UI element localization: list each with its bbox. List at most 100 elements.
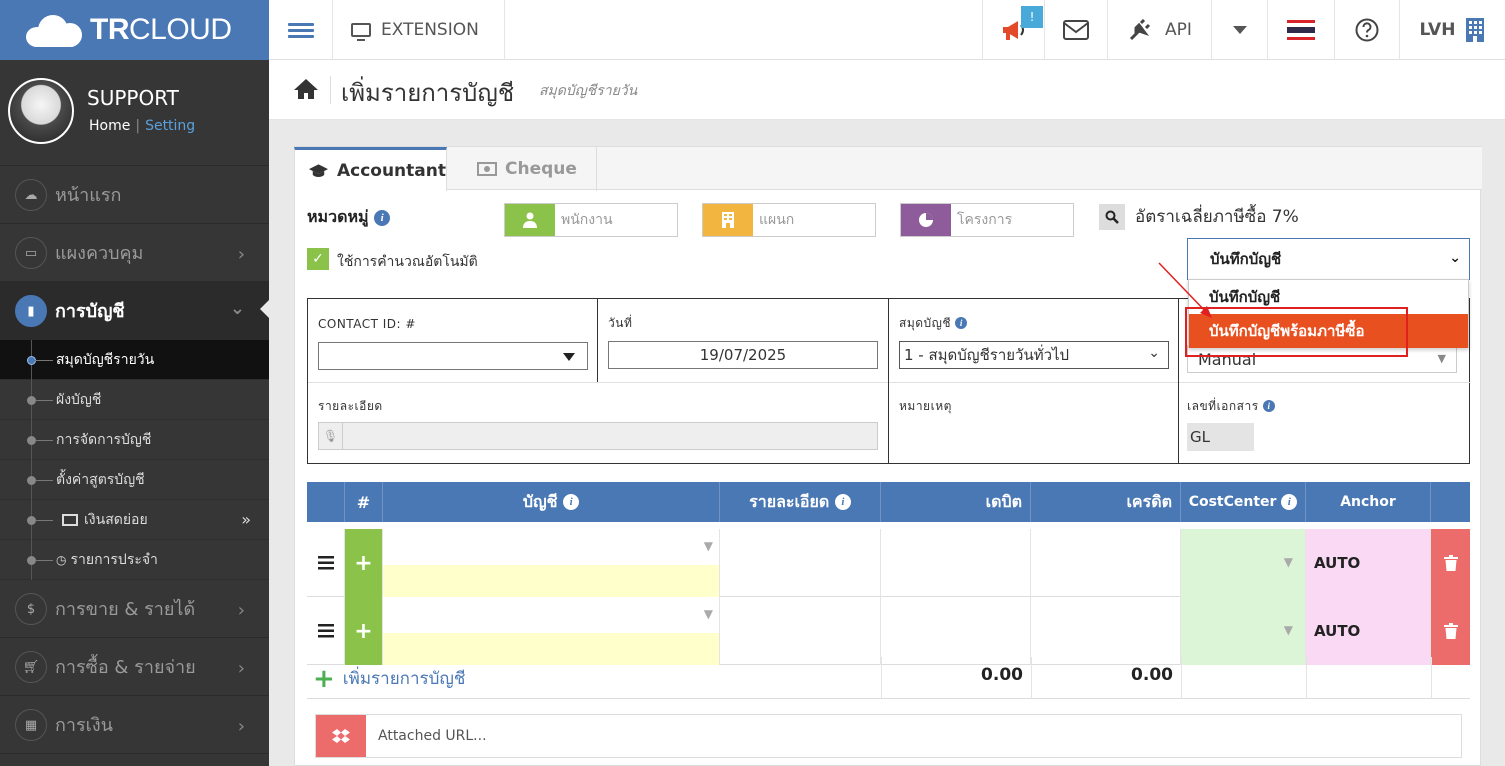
book-icon: ▮: [15, 295, 47, 327]
logo[interactable]: TRCLOUD: [0, 0, 269, 60]
info-icon[interactable]: i: [563, 494, 580, 510]
account-select[interactable]: ▼: [383, 597, 720, 665]
sidebar-sub-label: เงินสดย่อย: [84, 511, 148, 528]
sidebar-item-label: การขาย & รายได้: [55, 599, 196, 620]
home-link[interactable]: Home: [89, 118, 130, 134]
detail-cell[interactable]: [720, 529, 881, 597]
attach-url-field[interactable]: Attached URL...: [315, 714, 1462, 758]
info-icon[interactable]: i: [1281, 494, 1298, 510]
credit-cell[interactable]: [1031, 597, 1181, 665]
add-row-button[interactable]: +: [345, 597, 383, 665]
user-icon: [505, 204, 555, 236]
account-description-field[interactable]: [383, 565, 719, 597]
bars-icon: [317, 556, 334, 570]
employee-input[interactable]: พนักงาน: [504, 203, 678, 237]
info-icon[interactable]: i: [834, 494, 851, 510]
contact-id-label: CONTACT ID: #: [318, 317, 416, 331]
account-select[interactable]: ▼: [383, 529, 720, 597]
docno-value[interactable]: GL: [1187, 423, 1254, 451]
debit-cell[interactable]: [881, 529, 1031, 597]
auto-calc-checkbox[interactable]: ✓: [307, 248, 329, 270]
monitor-icon: ▭: [15, 237, 47, 269]
save-mode-value: บันทึกบัญชี: [1210, 250, 1282, 268]
thai-flag-icon: [1287, 20, 1315, 40]
setting-link[interactable]: Setting: [145, 118, 195, 134]
language-button[interactable]: [1267, 0, 1334, 60]
sidebar-item-accounting[interactable]: ▮ การบัญชี ⌄: [0, 282, 269, 340]
sidebar-item-sales[interactable]: $ การขาย & รายได้ ›: [0, 580, 269, 638]
caret-down-icon: ▼: [1283, 623, 1293, 637]
info-icon[interactable]: i: [955, 317, 968, 329]
vat-rate-text: อัตราเฉลี่ยภาษีซื้อ 7%: [1135, 207, 1299, 227]
sidebar-sub-label: ผังบัญชี: [56, 391, 102, 408]
api-button[interactable]: API: [1107, 0, 1211, 60]
monitor-icon: [351, 23, 371, 41]
project-placeholder: โครงการ: [951, 204, 1073, 236]
anchor-cell[interactable]: AUTO: [1306, 597, 1431, 665]
cart-icon: 🛒︎: [15, 651, 47, 683]
info-icon[interactable]: i: [374, 210, 391, 226]
extension-button[interactable]: EXTENSION: [333, 0, 505, 60]
tab-bar: Accountant Cheque: [294, 147, 1482, 191]
col-anchor: Anchor: [1306, 482, 1431, 522]
sidebar-sub-label: ตั้งค่าสูตรบัญชี: [56, 471, 145, 488]
tab-accountant[interactable]: Accountant: [294, 147, 447, 191]
sidebar-sub-chart-of-accounts[interactable]: ผังบัญชี: [0, 380, 269, 420]
plus-icon: +: [354, 618, 373, 644]
help-button[interactable]: [1334, 0, 1399, 60]
dropbox-icon[interactable]: [316, 715, 366, 757]
user-label: LVH: [1419, 20, 1456, 40]
page-header: เพิ่มรายการบัญชี สมุดบัญชีรายวัน: [269, 60, 1505, 120]
drag-handle[interactable]: [307, 597, 345, 665]
calendar-icon: ▦: [15, 709, 47, 741]
contact-id-select[interactable]: [318, 342, 588, 370]
add-row-button[interactable]: +: [345, 529, 383, 597]
credit-cell[interactable]: [1031, 529, 1181, 597]
user-company-button[interactable]: LVH: [1399, 0, 1505, 60]
page-title: เพิ่มรายการบัญชี: [341, 79, 515, 107]
sidebar-item-purchase[interactable]: 🛒︎ การซื้อ & รายจ่าย ›: [0, 638, 269, 696]
col-detail: รายละเอียด i: [720, 482, 881, 522]
sidebar-item-finance[interactable]: ▦ การเงิน ›: [0, 696, 269, 754]
menu-toggle-button[interactable]: [269, 0, 333, 60]
date-input[interactable]: 19/07/2025: [608, 341, 878, 369]
debit-cell[interactable]: [881, 597, 1031, 665]
home-icon[interactable]: [293, 78, 319, 100]
chevron-right-icon: ›: [237, 244, 245, 265]
sidebar-sub-journal[interactable]: สมุดบัญชีรายวัน: [0, 340, 269, 380]
money-bill-icon: [477, 162, 497, 176]
delete-row-button[interactable]: [1431, 529, 1470, 597]
sidebar-item-dashboard[interactable]: ▭ แผงควบคุม ›: [0, 224, 269, 282]
sidebar-sub-petty-cash[interactable]: เงินสดย่อย »: [0, 500, 269, 540]
building-small-icon: [703, 204, 753, 236]
sidebar-sub-recurring[interactable]: ◷ รายการประจำ: [0, 540, 269, 580]
building-icon: [1466, 18, 1485, 42]
profile-name: SUPPORT: [87, 86, 179, 110]
detail-cell[interactable]: [720, 597, 881, 665]
detail-input[interactable]: 🎙︎: [318, 422, 878, 450]
vat-search-button[interactable]: [1099, 203, 1125, 230]
tab-cheque[interactable]: Cheque: [447, 147, 597, 191]
project-input[interactable]: โครงการ: [900, 203, 1074, 237]
sidebar-item-home[interactable]: ☁ หน้าแรก: [0, 166, 269, 224]
costcenter-select[interactable]: ▼: [1181, 529, 1306, 597]
drag-handle[interactable]: [307, 529, 345, 597]
costcenter-select[interactable]: ▼: [1181, 597, 1306, 665]
notification-button[interactable]: !: [982, 0, 1044, 60]
chevron-right-icon: ›: [237, 600, 245, 621]
journal-select[interactable]: 1 - สมุดบัญชีรายวันทั่วไป ⌄: [899, 341, 1169, 369]
anchor-cell[interactable]: AUTO: [1306, 529, 1431, 597]
chevron-right-icon: ›: [237, 658, 245, 679]
more-dropdown-button[interactable]: [1211, 0, 1267, 60]
department-input[interactable]: แผนก: [702, 203, 876, 237]
delete-row-button[interactable]: [1431, 597, 1470, 665]
sidebar-sub-account-formula[interactable]: ตั้งค่าสูตรบัญชี: [0, 460, 269, 500]
avatar[interactable]: [8, 78, 74, 144]
mail-button[interactable]: [1044, 0, 1107, 60]
save-mode-select[interactable]: บันทึกบัญชี ⌄: [1187, 238, 1470, 280]
info-icon[interactable]: i: [1262, 400, 1275, 412]
add-line-button[interactable]: + เพิ่มรายการบัญชี: [313, 665, 465, 692]
sidebar-sub-account-management[interactable]: การจัดการบัญชี: [0, 420, 269, 460]
col-number: #: [345, 482, 383, 522]
extension-label: EXTENSION: [381, 20, 479, 40]
